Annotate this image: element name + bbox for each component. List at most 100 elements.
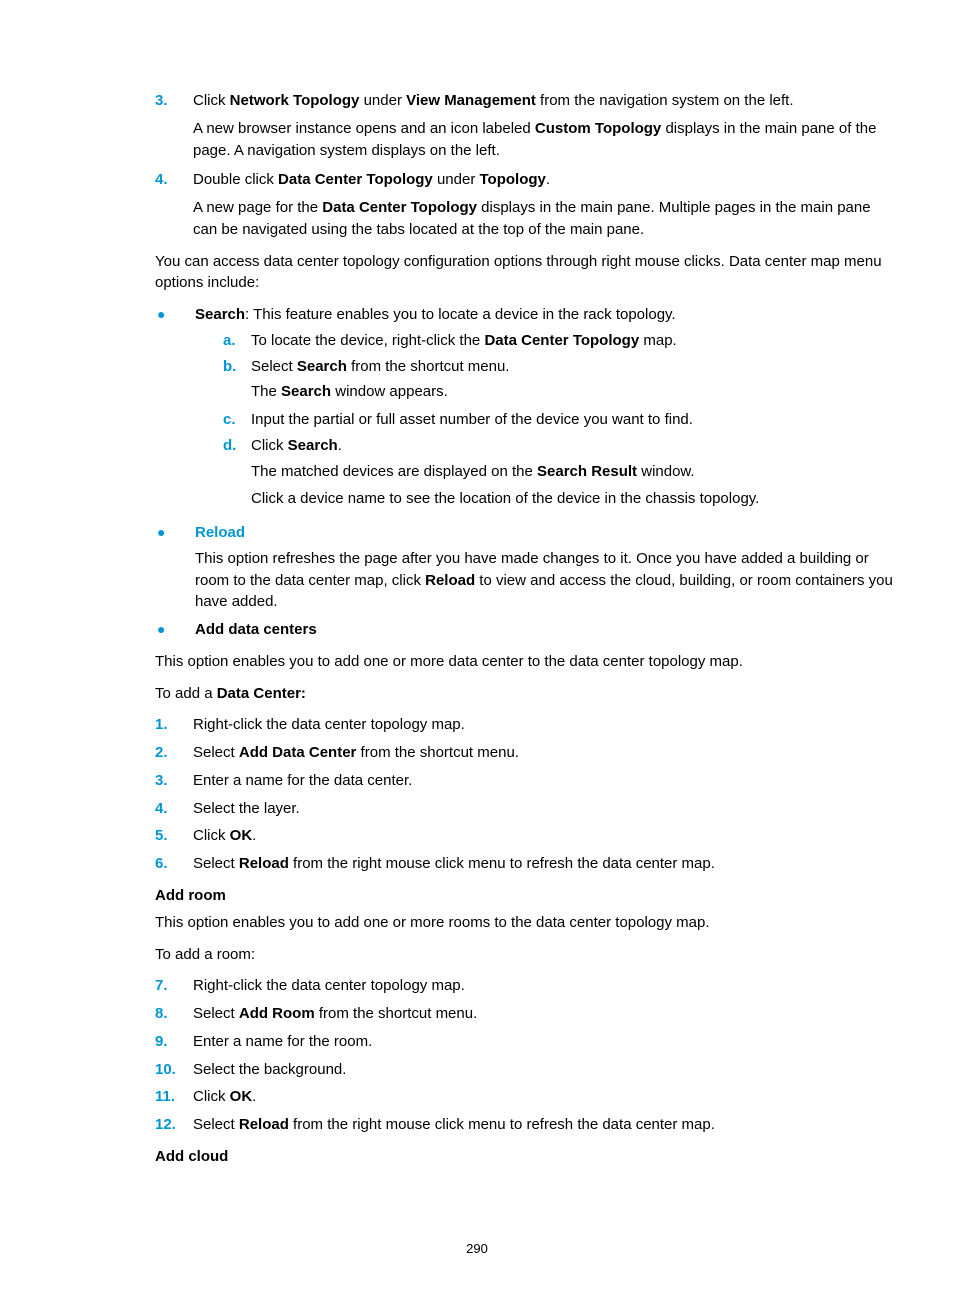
substep-b-note: The Search window appears. [251,381,894,403]
bullet-add-data-centers: ● Add data centers [155,619,894,641]
text: window. [637,463,695,480]
add-room-lead: To add a room: [155,944,894,966]
page-number: 290 [0,1241,954,1256]
add-data-center-lead: To add a Data Center: [155,683,894,705]
bold: Data Center: [217,685,306,702]
room-step-8: 8. Select Add Room from the shortcut men… [155,1003,894,1025]
bullet-body: Search: This feature enables you to loca… [195,304,894,516]
substep-text: Select Search from the shortcut menu. [251,356,894,378]
step-number: 9. [155,1031,193,1053]
text: Select [251,358,297,375]
reload-heading: Reload [195,522,894,544]
step-text: Right-click the data center topology map… [193,975,894,997]
bullet-body: Reload This option refreshes the page af… [195,522,894,613]
text: A new page for the [193,199,322,216]
substep-a: a. To locate the device, right-click the… [223,330,894,352]
bold: Data Center Topology [484,332,639,349]
step-text: Enter a name for the data center. [193,770,894,792]
substep-number: a. [223,330,251,352]
text: Click [193,827,230,844]
text: from the right mouse click menu to refre… [289,855,715,872]
text: Click [193,92,230,109]
add-room-desc: This option enables you to add one or mo… [155,912,894,934]
dc-step-3: 3. Enter a name for the data center. [155,770,894,792]
document-page: 3. Click Network Topology under View Man… [0,0,954,1296]
bullet-icon: ● [155,304,195,516]
bold: Search [297,358,347,375]
text: under [359,92,406,109]
bold: Add Room [239,1005,315,1022]
add-room-heading: Add room [155,887,894,904]
bold: Add Data Center [239,744,357,761]
bold: Reload [239,855,289,872]
bold: Reload [425,572,475,589]
step-number: 11. [155,1086,193,1108]
bold: View Management [406,92,536,109]
text: Double click [193,171,278,188]
step-text: Click Network Topology under View Manage… [193,90,894,112]
text: map. [639,332,677,349]
bullet-icon: ● [155,522,195,613]
text: To locate the device, right-click the [251,332,484,349]
text: . [338,437,342,454]
text: A new browser instance opens and an icon… [193,120,535,137]
step-number: 4. [155,798,193,820]
text: The [251,383,281,400]
bold: Reload [239,1116,289,1133]
bold: OK [230,827,253,844]
text: Select [193,1116,239,1133]
text: from the shortcut menu. [347,358,510,375]
step-text: Select Add Data Center from the shortcut… [193,742,894,764]
step-3-note: A new browser instance opens and an icon… [193,118,894,162]
bullet-body: Add data centers [195,619,894,641]
step-text: Right-click the data center topology map… [193,714,894,736]
bold: Search [288,437,338,454]
step-number: 4. [155,169,193,191]
step-number: 2. [155,742,193,764]
substep-number: b. [223,356,251,378]
text: from the navigation system on the left. [536,92,794,109]
text: To add a [155,685,217,702]
substep-d: d. Click Search. [223,435,894,457]
substep-d-note1: The matched devices are displayed on the… [251,461,894,483]
bullet-reload: ● Reload This option refreshes the page … [155,522,894,613]
bold: Add data centers [195,621,317,638]
intro-paragraph: You can access data center topology conf… [155,251,894,295]
dc-step-2: 2. Select Add Data Center from the short… [155,742,894,764]
room-step-10: 10. Select the background. [155,1059,894,1081]
substep-b: b. Select Search from the shortcut menu. [223,356,894,378]
bold: Data Center Topology [322,199,477,216]
step-number: 5. [155,825,193,847]
dc-step-1: 1. Right-click the data center topology … [155,714,894,736]
text: Click [251,437,288,454]
step-number: 3. [155,770,193,792]
bold: Topology [479,171,545,188]
step-text: Enter a name for the room. [193,1031,894,1053]
text: under [433,171,480,188]
text: Click [193,1088,230,1105]
text: . [252,827,256,844]
bold: Network Topology [230,92,360,109]
dc-step-4: 4. Select the layer. [155,798,894,820]
substep-number: d. [223,435,251,457]
text: from the shortcut menu. [315,1005,478,1022]
step-text: Select Reload from the right mouse click… [193,1114,894,1136]
text: : This feature enables you to locate a d… [245,306,676,323]
substep-d-note2: Click a device name to see the location … [251,488,894,510]
text: Select [193,855,239,872]
bold: Search [281,383,331,400]
text: Select [193,1005,239,1022]
text: . [252,1088,256,1105]
bold: Search Result [537,463,637,480]
step-text: Click OK. [193,825,894,847]
step-number: 10. [155,1059,193,1081]
room-step-9: 9. Enter a name for the room. [155,1031,894,1053]
bullet-icon: ● [155,619,195,641]
step-4-note: A new page for the Data Center Topology … [193,197,894,241]
bold: Search [195,306,245,323]
text: . [546,171,550,188]
reload-description: This option refreshes the page after you… [195,548,894,613]
step-text: Click OK. [193,1086,894,1108]
substep-number: c. [223,409,251,431]
add-cloud-heading: Add cloud [155,1148,894,1165]
